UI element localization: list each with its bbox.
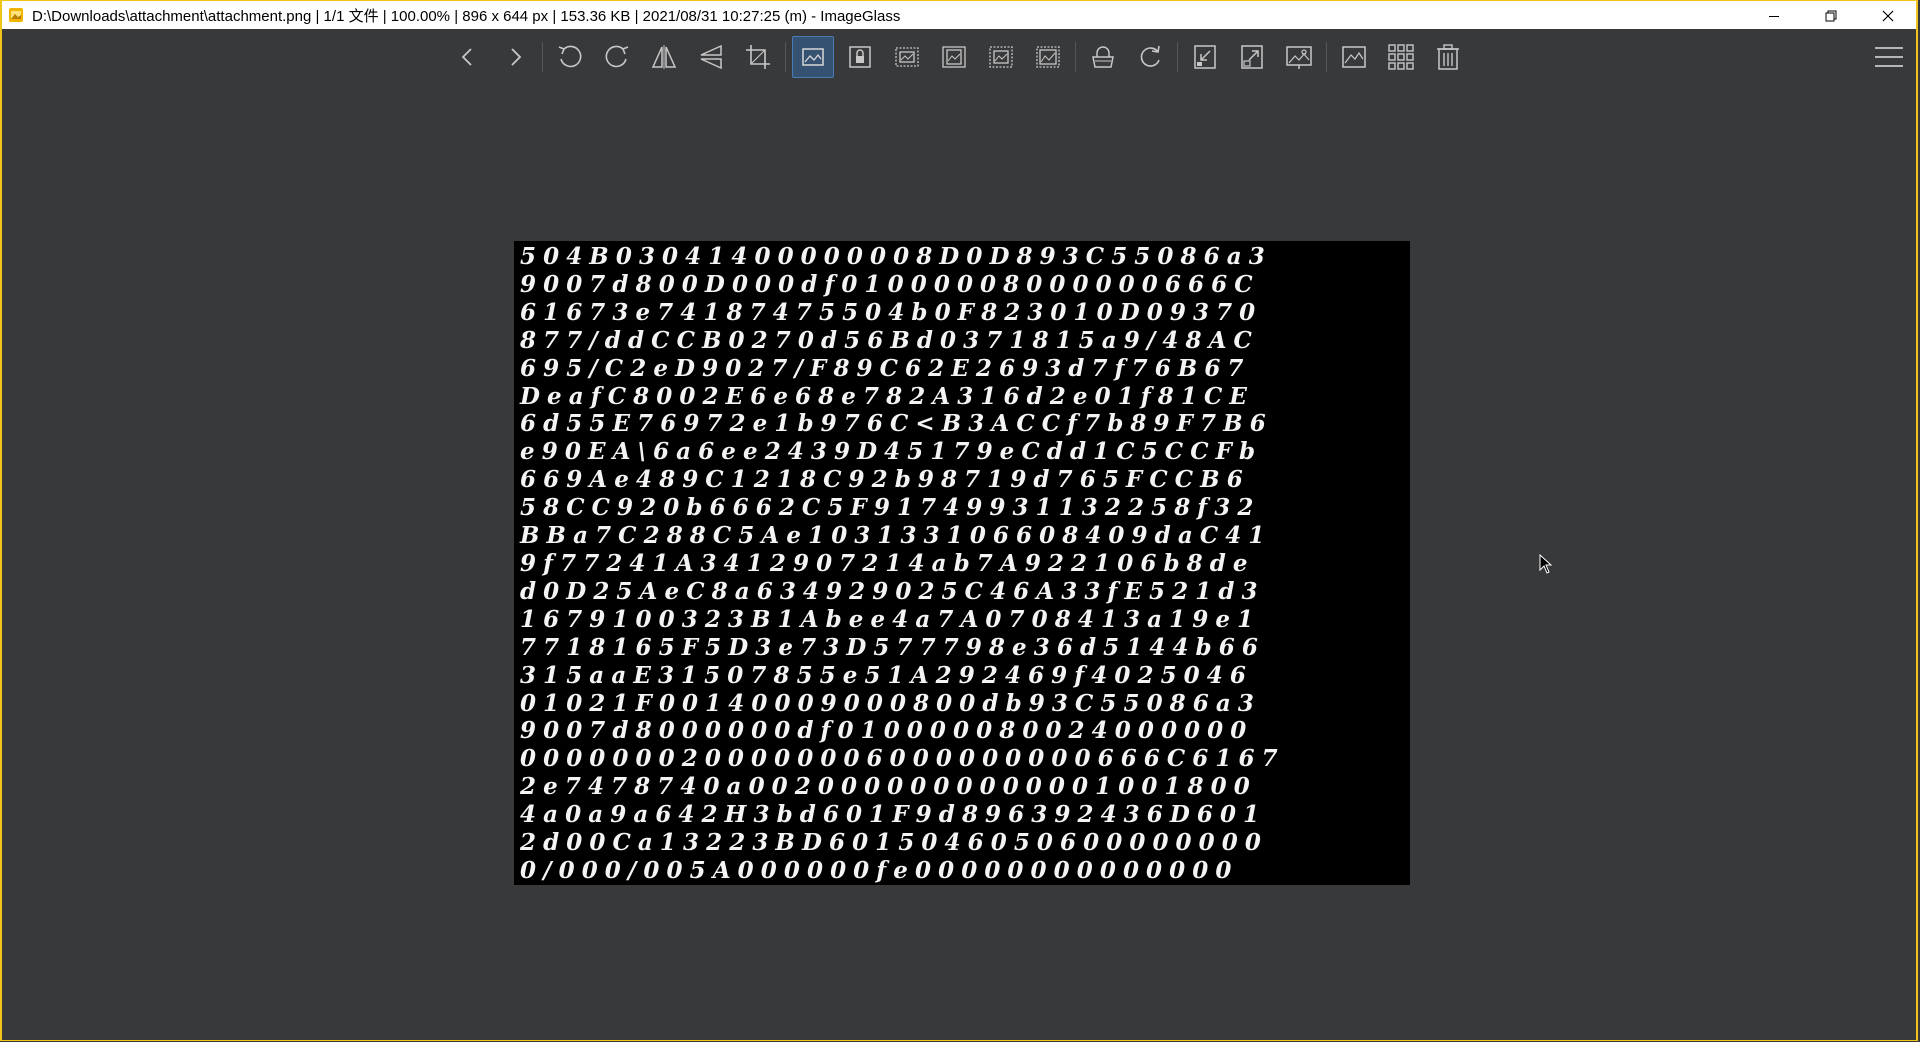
imageglass-app-icon	[8, 7, 24, 23]
minimize-button[interactable]	[1745, 1, 1802, 30]
window-title: D:\Downloads\attachment\attachment.png |…	[32, 7, 901, 25]
displayed-image[interactable]: 504B03041400000008D0D893C55086a3 9007d800…	[514, 241, 1410, 885]
digit-row: 1679100323B1Abee4a7A0708413a19e1	[520, 605, 1261, 633]
close-button[interactable]	[1859, 1, 1916, 30]
toolbar-separator	[542, 42, 543, 72]
image-viewer-area[interactable]: 504B03041400000008D0D893C55086a3 9007d800…	[4, 83, 1914, 1039]
previous-image-button[interactable]	[447, 36, 489, 78]
digit-row: 877/ddCCB0270d56Bd0371815a9/48AC	[520, 326, 1259, 354]
title-bar[interactable]: D:\Downloads\attachment\attachment.png |…	[2, 0, 1916, 29]
thumbnail-bar-button[interactable]	[1380, 36, 1422, 78]
digit-row: 61673e74187475504b0F823010D09370	[520, 298, 1263, 326]
rotate-left-button[interactable]	[549, 36, 591, 78]
window-controls	[1745, 1, 1916, 30]
digit-row: 669Ae489C1218C92b98719d765FCCB6	[520, 466, 1250, 494]
close-icon	[1882, 10, 1893, 21]
handwritten-digits-grid: 504B03041400000008D0D893C55086a3 9007d800…	[520, 243, 1410, 885]
rotate-ccw-icon	[558, 45, 582, 68]
digit-row: 695/C2eD9027/F89C62E2693d7f76B67	[520, 354, 1251, 382]
chevron-right-icon	[511, 48, 522, 66]
digit-row: BBa7C288C5Ae103133106608409daC41	[520, 522, 1272, 550]
auto-zoom-button[interactable]	[792, 36, 834, 78]
toolbar-separator	[1177, 42, 1178, 72]
scale-to-height-button[interactable]	[933, 36, 975, 78]
open-with-button[interactable]	[1082, 36, 1124, 78]
digit-row: 0/000/005A000000fe00000000000000	[520, 856, 1239, 884]
scale-to-fill-button[interactable]	[1027, 36, 1069, 78]
scale-to-width-button[interactable]	[886, 36, 928, 78]
flip-vertical-icon	[700, 44, 722, 70]
minimize-icon	[1768, 15, 1779, 17]
main-menu-button[interactable]	[1868, 36, 1910, 78]
lock-zoom-button[interactable]	[839, 36, 881, 78]
toolbar-separator	[785, 42, 786, 72]
scale-height-icon	[942, 46, 966, 68]
fullscreen-icon	[1241, 45, 1263, 69]
digit-row: e90EA\6a6ee2439D45179eCdd1C5CCFb	[520, 438, 1263, 466]
refresh-icon	[1140, 45, 1160, 67]
digit-row: 9007d8000000df010000080024000000	[520, 717, 1254, 745]
toolbar-separator	[1326, 42, 1327, 72]
digit-row: 2e7478740a0020000000000001001800	[520, 773, 1257, 801]
digit-row: 9007d800D000df01000008000000666C	[520, 270, 1260, 298]
flip-vertical-button[interactable]	[690, 36, 732, 78]
digit-row: 504B03041400000008D0D893C55086a3	[520, 243, 1272, 270]
digit-row: 6d55E76972e1b976C<B3ACCf7b89F7B6	[520, 410, 1273, 438]
rotate-right-button[interactable]	[596, 36, 638, 78]
goto-image-button[interactable]	[1184, 36, 1226, 78]
digit-row: d0D25AeC8a634929025C46A33fE521d3	[520, 577, 1265, 605]
set-as-desktop-button[interactable]	[1333, 36, 1375, 78]
digit-row: 7718165F5D3e73D577798e36d5144b66	[520, 633, 1265, 661]
scale-fill-icon	[1036, 46, 1060, 68]
next-image-button[interactable]	[494, 36, 536, 78]
trash-icon	[1437, 44, 1459, 70]
restore-icon	[1825, 10, 1836, 21]
scale-to-fit-button[interactable]	[980, 36, 1022, 78]
scale-fit-icon	[989, 46, 1013, 68]
refresh-button[interactable]	[1129, 36, 1171, 78]
digit-row: 315aaE31507855e51A292469f4025046	[520, 661, 1253, 689]
open-with-icon	[1092, 46, 1114, 68]
rotate-cw-icon	[605, 45, 629, 68]
wallpaper-icon	[1342, 46, 1366, 68]
goto-icon	[1194, 45, 1216, 69]
auto-zoom-icon	[802, 48, 824, 66]
delete-button[interactable]	[1427, 36, 1469, 78]
lock-zoom-icon	[849, 46, 871, 68]
digit-row: DeafC8002E6e68e782A316d2e01f81CE	[520, 382, 1255, 410]
fullscreen-button[interactable]	[1231, 36, 1273, 78]
hamburger-menu-icon	[1875, 47, 1903, 67]
imageglass-window: D:\Downloads\attachment\attachment.png |…	[0, 0, 1918, 1041]
crop-button[interactable]	[737, 36, 779, 78]
thumbnail-grid-icon	[1388, 44, 1414, 70]
digit-row: 58CC920b6662C5F91749931132258f32	[520, 494, 1261, 522]
toolbar-separator	[1075, 42, 1076, 72]
toolbar	[2, 29, 1916, 83]
flip-horizontal-button[interactable]	[643, 36, 685, 78]
restore-button[interactable]	[1802, 1, 1859, 30]
digit-row: 9f77241A3412907214ab7A922106b8de	[520, 549, 1255, 577]
digit-row: 0000000200000006000000000666C6167	[520, 745, 1285, 773]
digit-row: 4a0a9a642H3bd601F9d896392436D601	[520, 801, 1267, 829]
scale-width-icon	[895, 47, 919, 67]
toolbar-buttons	[447, 36, 1474, 78]
digit-row: 01021F00140009000800db93C55086a3	[520, 689, 1261, 717]
crop-icon	[746, 45, 770, 69]
flip-horizontal-icon	[651, 45, 677, 69]
chevron-left-icon	[461, 48, 472, 66]
slideshow-icon	[1286, 46, 1312, 69]
digit-row: 2d00Ca13223BD6015046050600000000	[520, 829, 1268, 857]
slideshow-button[interactable]	[1278, 36, 1320, 78]
mouse-cursor-icon	[1539, 554, 1553, 574]
